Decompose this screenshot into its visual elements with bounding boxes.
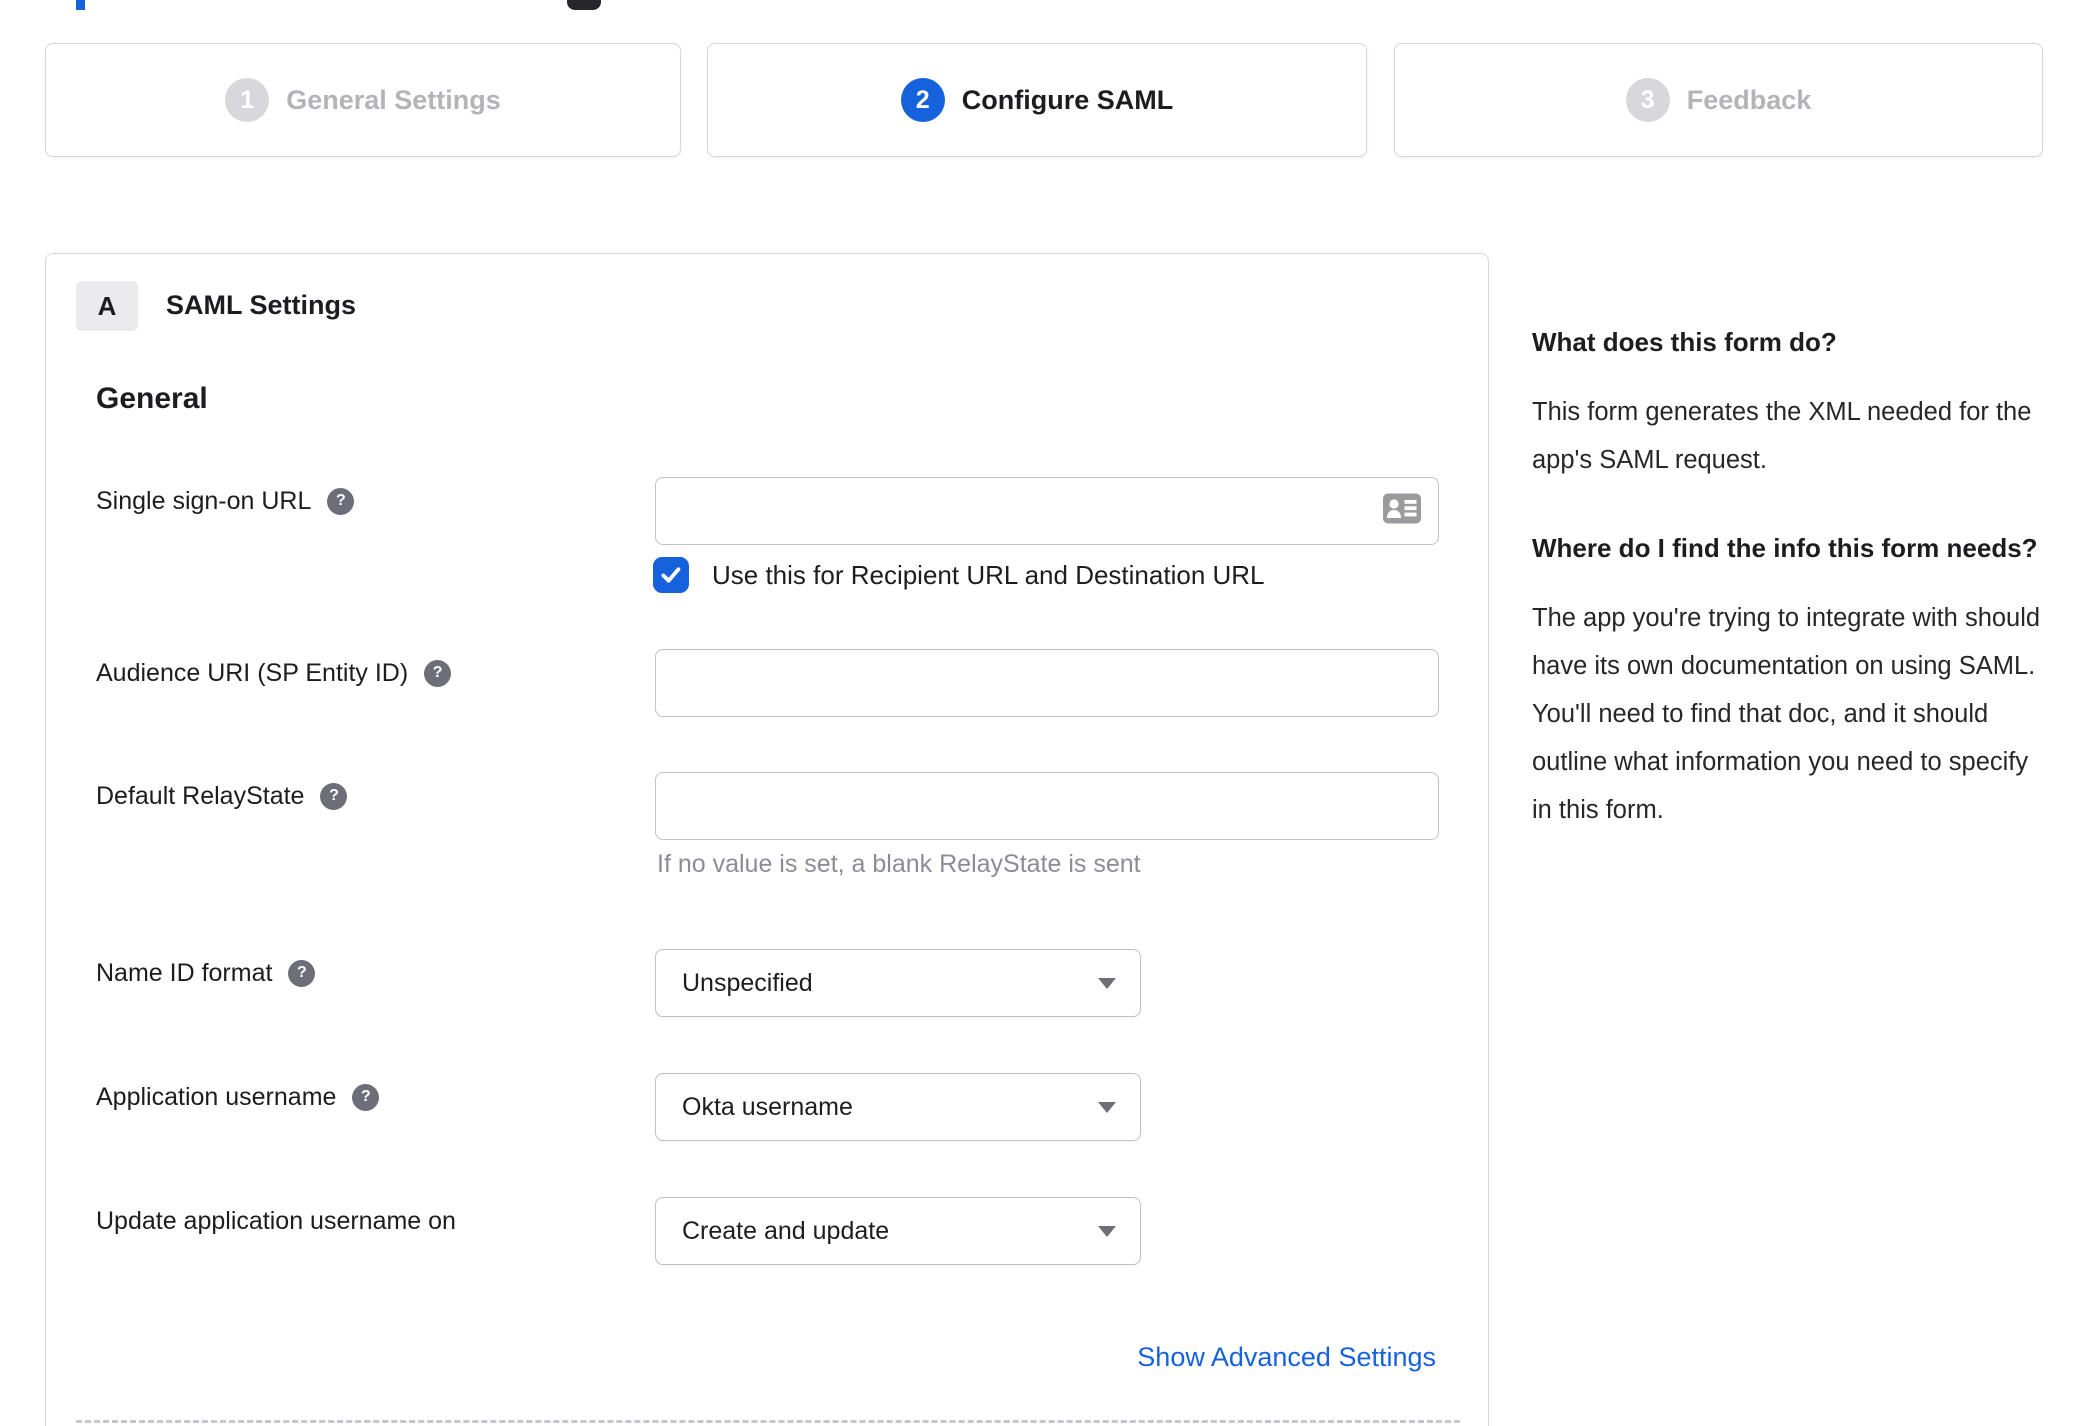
name-id-format-label: Name ID format (96, 958, 273, 987)
update-username-select[interactable]: Create and update (655, 1197, 1141, 1265)
show-advanced-settings-link[interactable]: Show Advanced Settings (1137, 1342, 1436, 1373)
contact-card-icon (1383, 493, 1421, 529)
help-heading-1: What does this form do? (1532, 327, 1837, 357)
app-username-label: Application username (96, 1082, 337, 1111)
sso-url-input-wrap (655, 477, 1439, 545)
chevron-down-icon (1098, 977, 1116, 989)
general-section-heading: General (96, 382, 208, 415)
audience-uri-input[interactable] (655, 649, 1439, 717)
name-id-format-select[interactable]: Unspecified (655, 949, 1141, 1017)
relaystate-hint: If no value is set, a blank RelayState i… (657, 850, 1141, 878)
help-sidebar: What does this form do? This form genera… (1532, 318, 2044, 874)
step-general-settings[interactable]: 1 General Settings (45, 43, 681, 157)
help-body-1: This form generates the XML needed for t… (1532, 398, 2032, 474)
sso-url-label-row: Single sign-on URL ? (96, 484, 355, 518)
relaystate-input[interactable] (655, 772, 1439, 840)
step-label: Configure SAML (961, 84, 1174, 115)
help-icon[interactable]: ? (288, 959, 316, 987)
name-id-format-value: Unspecified (682, 968, 813, 997)
step-number-badge: 1 (225, 78, 270, 122)
relaystate-label-row: Default RelayState ? (96, 779, 348, 813)
clipped-logo-fragment (567, 0, 601, 10)
app-username-value: Okta username (682, 1092, 853, 1121)
panel-title: SAML Settings (166, 290, 357, 320)
audience-uri-label: Audience URI (SP Entity ID) (96, 658, 409, 687)
help-icon[interactable]: ? (320, 782, 348, 810)
update-username-label: Update application username on (96, 1206, 456, 1235)
update-username-label-row: Update application username on (96, 1204, 456, 1238)
recipient-url-checkbox-label: Use this for Recipient URL and Destinati… (712, 559, 1265, 590)
clipped-header-fragment (76, 0, 85, 10)
help-icon[interactable]: ? (352, 1083, 380, 1111)
help-icon[interactable]: ? (424, 659, 452, 687)
section-a-badge: A (76, 281, 138, 331)
audience-uri-label-row: Audience URI (SP Entity ID) ? (96, 656, 452, 690)
help-icon[interactable]: ? (327, 487, 355, 515)
chevron-down-icon (1098, 1101, 1116, 1113)
update-username-value: Create and update (682, 1216, 890, 1245)
step-label: General Settings (286, 84, 501, 115)
sso-url-input[interactable] (655, 477, 1439, 545)
step-number-badge: 3 (1625, 78, 1670, 122)
chevron-down-icon (1098, 1225, 1116, 1237)
app-username-select[interactable]: Okta username (655, 1073, 1141, 1141)
recipient-url-checkbox[interactable] (653, 557, 689, 593)
app-username-label-row: Application username ? (96, 1080, 380, 1114)
relaystate-label: Default RelayState (96, 781, 305, 810)
step-number-badge: 2 (900, 78, 945, 122)
saml-setup-wizard-screen: 1 General Settings 2 Configure SAML 3 Fe… (0, 0, 2092, 1426)
name-id-format-label-row: Name ID format ? (96, 956, 316, 990)
step-label: Feedback (1686, 84, 1812, 115)
step-configure-saml[interactable]: 2 Configure SAML (707, 43, 1367, 157)
help-body-2: The app you're trying to integrate with … (1532, 604, 2041, 824)
help-heading-2: Where do I find the info this form needs… (1532, 533, 2038, 563)
saml-settings-panel: A SAML Settings General Single sign-on U… (45, 253, 1489, 1426)
step-feedback[interactable]: 3 Feedback (1394, 43, 2043, 157)
section-dashed-divider (76, 1420, 1460, 1423)
checkmark-icon (661, 567, 681, 583)
sso-url-label: Single sign-on URL (96, 486, 312, 515)
